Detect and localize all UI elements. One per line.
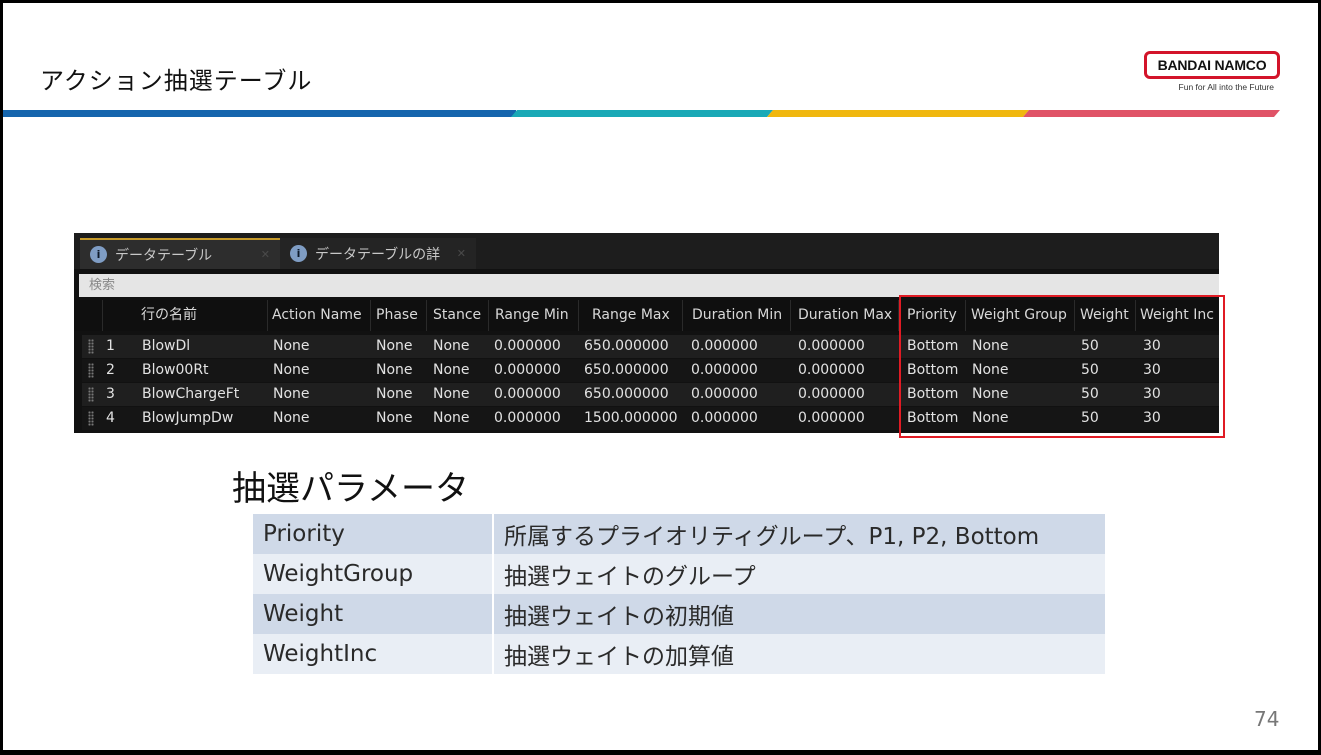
tab-data-table-details[interactable]: i データテーブルの詳 ✕ [280, 238, 476, 269]
cell-phase[interactable]: None [376, 359, 413, 382]
cell-range-min[interactable]: 0.000000 [494, 383, 561, 406]
column-divider [488, 300, 489, 331]
cell-row-name[interactable]: Blow00Rt [142, 359, 209, 382]
drag-handle-icon[interactable] [88, 339, 94, 354]
param-name: WeightInc [253, 634, 494, 674]
column-header-duration-min[interactable]: Duration Min [692, 300, 782, 331]
cell-phase[interactable]: None [376, 383, 413, 406]
column-divider [370, 300, 371, 331]
cell-range-min[interactable]: 0.000000 [494, 335, 561, 358]
param-desc: 抽選ウェイトのグループ [493, 554, 1105, 594]
tab-bar: i データテーブル ✕ i データテーブルの詳 ✕ [74, 233, 1219, 269]
cell-duration-min[interactable]: 0.000000 [691, 335, 758, 358]
param-name: WeightGroup [253, 554, 494, 594]
stripe-yellow [767, 110, 1029, 117]
params-row: WeightInc 抽選ウェイトの加算値 [253, 634, 1105, 674]
tab-label: データテーブルの詳 [315, 246, 441, 263]
search-input[interactable]: 検索 [79, 274, 1219, 297]
column-header-range-max[interactable]: Range Max [592, 300, 670, 331]
cell-range-max[interactable]: 650.000000 [584, 383, 669, 406]
cell-stance[interactable]: None [433, 383, 470, 406]
row-index: 3 [106, 386, 115, 402]
cell-range-max[interactable]: 1500.000000 [584, 407, 678, 430]
params-table: Priority 所属するプライオリティグループ、P1, P2, Bottom … [253, 514, 1105, 674]
cell-range-max[interactable]: 650.000000 [584, 335, 669, 358]
cell-action-name[interactable]: None [273, 359, 310, 382]
param-name: Weight [253, 594, 494, 634]
close-icon[interactable]: ✕ [457, 247, 466, 260]
cell-stance[interactable]: None [433, 359, 470, 382]
stripe-teal [511, 110, 773, 117]
stripe-pink [1023, 110, 1280, 117]
cell-row-name[interactable]: BlowDl [142, 335, 190, 358]
cell-duration-min[interactable]: 0.000000 [691, 407, 758, 430]
info-icon: i [290, 245, 307, 262]
cell-duration-max[interactable]: 0.000000 [798, 407, 865, 430]
cell-row-name[interactable]: BlowChargeFt [142, 383, 239, 406]
cell-stance[interactable]: None [433, 407, 470, 430]
column-divider [682, 300, 683, 331]
param-desc: 抽選ウェイトの加算値 [493, 634, 1105, 674]
tab-label: データテーブル [115, 247, 213, 264]
param-name: Priority [253, 514, 494, 554]
param-desc: 抽選ウェイトの初期値 [493, 594, 1105, 634]
drag-handle-icon[interactable] [88, 387, 94, 402]
drag-handle-icon[interactable] [88, 411, 94, 426]
cell-action-name[interactable]: None [273, 335, 310, 358]
bandai-namco-logo: BANDAI NAMCO Fun for All into the Future [1144, 51, 1280, 92]
info-icon: i [90, 246, 107, 263]
cell-duration-min[interactable]: 0.000000 [691, 359, 758, 382]
close-icon[interactable]: ✕ [261, 248, 270, 261]
cell-range-max[interactable]: 650.000000 [584, 359, 669, 382]
column-header-duration-max[interactable]: Duration Max [798, 300, 892, 331]
page-number: 74 [1254, 707, 1280, 731]
tab-data-table[interactable]: i データテーブル ✕ [80, 238, 280, 269]
column-divider [426, 300, 427, 331]
slide-title: アクション抽選テーブル [40, 67, 313, 95]
drag-handle-icon[interactable] [88, 363, 94, 378]
column-divider [790, 300, 791, 331]
cell-action-name[interactable]: None [273, 383, 310, 406]
stripe-blue [3, 110, 516, 117]
logo-wordmark: BANDAI NAMCO [1144, 51, 1280, 79]
params-row: WeightGroup 抽選ウェイトのグループ [253, 554, 1105, 594]
logo-tagline: Fun for All into the Future [1178, 82, 1274, 92]
cell-duration-min[interactable]: 0.000000 [691, 383, 758, 406]
column-divider [578, 300, 579, 331]
row-index: 2 [106, 362, 115, 378]
params-row: Weight 抽選ウェイトの初期値 [253, 594, 1105, 634]
params-row: Priority 所属するプライオリティグループ、P1, P2, Bottom [253, 514, 1105, 554]
row-index: 4 [106, 410, 115, 426]
cell-duration-max[interactable]: 0.000000 [798, 359, 865, 382]
cell-range-min[interactable]: 0.000000 [494, 359, 561, 382]
column-header-row-name[interactable]: 行の名前 [141, 300, 197, 331]
cell-duration-max[interactable]: 0.000000 [798, 383, 865, 406]
highlight-box [899, 295, 1225, 438]
column-header-range-min[interactable]: Range Min [495, 300, 569, 331]
cell-phase[interactable]: None [376, 407, 413, 430]
cell-action-name[interactable]: None [273, 407, 310, 430]
column-header-action-name[interactable]: Action Name [272, 300, 362, 331]
cell-stance[interactable]: None [433, 335, 470, 358]
cell-row-name[interactable]: BlowJumpDw [142, 407, 233, 430]
column-header-phase[interactable]: Phase [376, 300, 418, 331]
column-divider [267, 300, 268, 331]
param-desc: 所属するプライオリティグループ、P1, P2, Bottom [493, 514, 1105, 554]
cell-range-min[interactable]: 0.000000 [494, 407, 561, 430]
cell-duration-max[interactable]: 0.000000 [798, 335, 865, 358]
row-index: 1 [106, 338, 115, 354]
cell-phase[interactable]: None [376, 335, 413, 358]
params-title: 抽選パラメータ [232, 469, 469, 509]
column-header-stance[interactable]: Stance [433, 300, 481, 331]
column-divider [102, 300, 103, 331]
